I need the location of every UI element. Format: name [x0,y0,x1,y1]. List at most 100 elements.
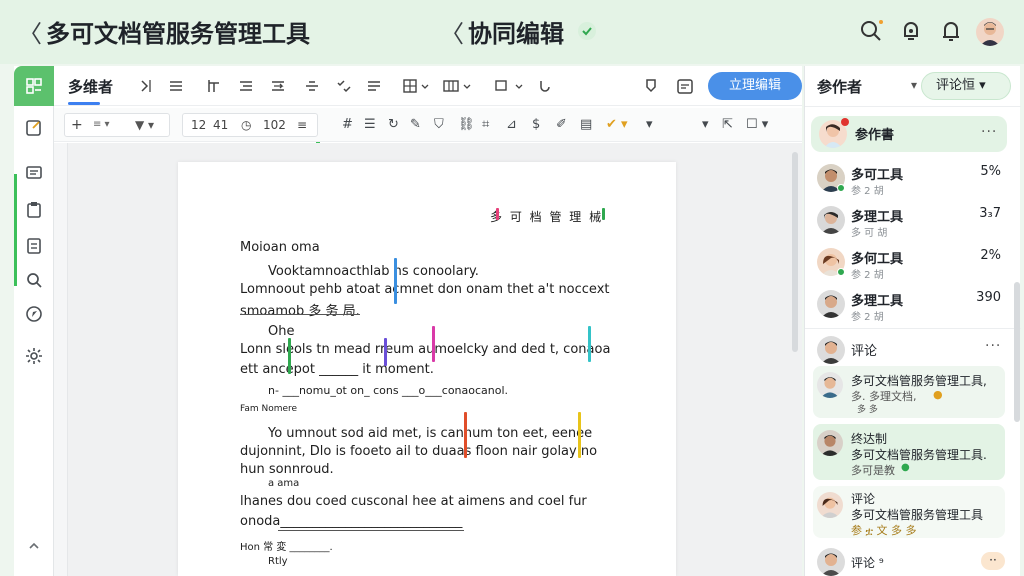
shape-dropdown-icon[interactable] [494,77,526,95]
font-size-c[interactable]: 102 [263,114,286,136]
comment-card[interactable]: 终达制 多可文档管服务管理工具. 多可是教 ● [813,424,1005,480]
tab-editor[interactable]: 多维者 [68,76,113,97]
user-avatar[interactable] [976,18,1004,46]
member-value: 3₃7 [979,206,1001,221]
panel-title: 参作者 [817,78,863,96]
member-name: 多可工具 [851,168,904,183]
sidebar-scrollbar[interactable] [1014,282,1020,422]
lines-icon[interactable]: ≡ [297,114,307,136]
rotate-icon[interactable]: ↻ [388,117,399,132]
doc-line: Yo umnout sod aid met, is canhum ton eet… [268,426,593,441]
format-toolbar: + ≡ ▾ ▼ ▾ 12 41 ◷ 102 ≡ # ☰ ↻ ✎ ⛉ ⛓ ⌗ ⊿ … [54,108,802,178]
member-name: 多理工具 [851,294,904,309]
new-doc-icon[interactable] [24,118,44,138]
undo-icon[interactable] [536,77,552,95]
highlight-icon[interactable]: ✔ ▾ [606,117,628,132]
panel-divider [805,106,1021,107]
doc-line: Lonn sleols tn mead rreum aumoelcky and … [240,342,611,357]
expand-chevron-icon[interactable] [138,77,152,95]
image-icon[interactable]: ⌗ [482,117,489,132]
heading-icon[interactable] [206,77,222,95]
table-dropdown-icon[interactable] [402,77,432,95]
font-size-b[interactable]: 41 [213,114,228,136]
rail-search-icon[interactable] [24,270,44,290]
pen-icon[interactable]: ✎ [410,117,421,132]
panel-title-chevron-icon[interactable]: ▾ [911,78,917,92]
shield-icon[interactable]: ⛉ [434,117,444,132]
top-bar: 〈 多可文档管服务管理工具 〈 协同编辑 [0,0,1024,64]
style-selector[interactable]: + ≡ ▾ ▼ ▾ [64,113,170,137]
hash-icon[interactable]: # [342,117,353,132]
comment-dropdown-button[interactable]: 评论恒 ▾ [921,72,1011,100]
owner-more-icon[interactable]: ··· [981,124,997,140]
menu-icon[interactable]: ☰ [364,117,376,132]
document-scrollbar[interactable] [792,152,798,352]
doc-line: hun sonnroud. [240,462,334,477]
comment-card[interactable]: 评论 多可文档管服务管理工具 参 ቷ 文 多 多 [813,486,1005,538]
owner-card[interactable]: 参作書 ··· [811,116,1007,152]
dollar-icon[interactable]: $ [532,117,540,132]
checklist-icon[interactable] [336,77,352,95]
doc-line: Ohe [268,324,295,339]
doc-back-chevron-icon[interactable]: 〈 [440,14,464,49]
edit-box-icon[interactable]: ✐ [556,117,567,132]
comment-author: 评论 ⁹ [851,556,884,570]
list-icon[interactable] [168,77,184,95]
editor-panel: 多维者 立理编辑 + ≡ ▾ ▼ ▾ 12 41 ◷ 102 ≡ # ☰ ↻ ✎… [54,66,802,576]
document-icon[interactable] [24,236,44,256]
clipboard-icon[interactable] [24,200,44,220]
member-name: 多何工具 [851,252,904,267]
member-value: 390 [976,290,1001,305]
pointer-icon[interactable]: ⇱ [722,117,733,132]
caret-dropdown-icon[interactable]: ▾ [702,117,709,132]
collab-cursor-orange [464,412,467,458]
folder-icon[interactable] [24,162,44,182]
more-dropdown-icon[interactable]: ▾ [646,117,653,132]
doc-line: a ama [268,478,300,489]
quote-icon[interactable] [366,77,382,95]
collab-cursor-purple [384,338,387,366]
font-size-selector[interactable]: 12 41 ◷ 102 ≡ [182,113,318,137]
comments-more-icon[interactable]: ··· [985,338,1001,354]
comment-author: 评论 [851,492,876,506]
document-page[interactable]: 多 可 档 管 理 械 Moioan oma Vooktamnoacthlab … [178,162,676,576]
doc-line: n- ___nomu_ot on_ cons ___o___conaocanol… [268,384,509,397]
doc-line: Fam Nomere [240,404,298,414]
pin-icon[interactable] [642,77,660,95]
emoji-icon: ● [933,388,943,401]
notification-settings-icon[interactable] [898,18,924,44]
collab-cursor-green-2 [288,338,291,374]
comment-author: 终达制 [851,432,888,446]
comment-card[interactable]: 多可文档管服务管理工具, 多. 多理文档, ● 多 多 [813,366,1005,418]
doc-line: Vooktamnoacthlab ns conoolary. [268,264,479,279]
indent-icon[interactable] [270,77,286,95]
publish-button[interactable]: 立理编辑 [708,72,802,100]
collapse-up-icon[interactable] [24,536,44,556]
left-rail [14,66,54,576]
bell-icon[interactable] [938,18,964,44]
link-icon[interactable]: ⛓ [458,117,475,132]
sync-status-check-icon [578,22,596,40]
grid-dropdown-icon[interactable] [442,77,474,95]
search-icon[interactable] [858,18,884,44]
settings-gear-icon[interactable] [24,346,44,366]
calendar-small-icon[interactable]: ▤ [580,117,592,132]
compass-icon[interactable] [24,304,44,324]
style-dropdown-icon[interactable]: ≡ ▾ [93,114,110,136]
back-chevron-icon[interactable]: 〈 [18,14,42,49]
arrow-dropdown-icon[interactable]: ▼ ▾ [135,114,154,136]
clock-icon[interactable]: ◷ [241,114,251,136]
calendar-icon[interactable] [676,77,694,95]
box-dropdown-icon[interactable]: ☐ ▾ [746,117,768,132]
comment-avatar [817,372,843,398]
chart-icon[interactable]: ⊿ [506,117,517,132]
comment-avatar [817,492,843,518]
strikethrough-icon[interactable] [304,77,320,95]
more-bubble-icon[interactable]: ·· [981,552,1005,570]
add-icon[interactable]: + [71,114,83,136]
app-logo-icon[interactable] [14,66,54,106]
comment-text: 多可文档管服务管理工具 [851,508,984,522]
rail-active-indicator [14,174,17,286]
align-icon[interactable] [238,77,254,95]
font-size-a[interactable]: 12 [191,114,206,136]
